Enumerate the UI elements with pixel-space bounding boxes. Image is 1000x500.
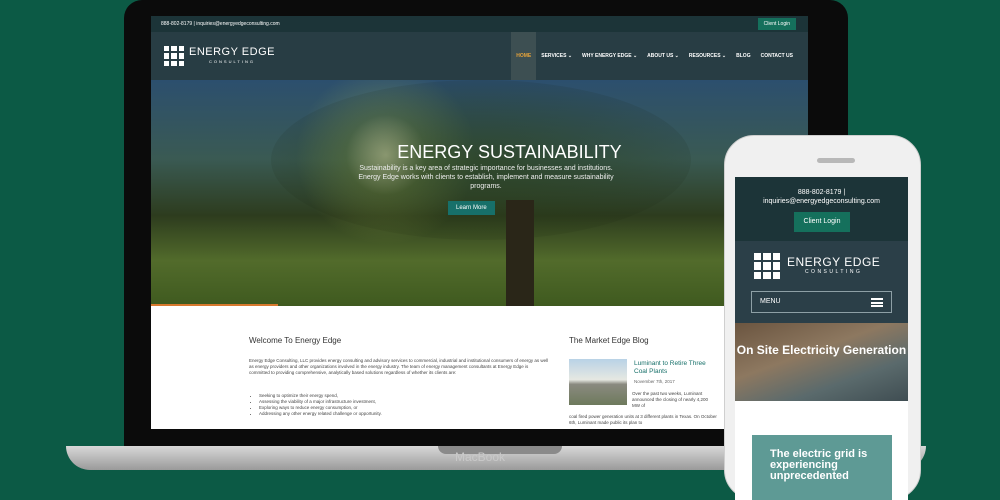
content-section: Welcome To Energy Edge Energy Edge Consu… bbox=[151, 306, 808, 429]
mobile-menu-label: MENU bbox=[760, 298, 781, 305]
mobile-logo-grid-icon[interactable] bbox=[754, 253, 780, 279]
logo-grid-icon[interactable] bbox=[164, 46, 184, 66]
mobile-hero-title: On Site Electricity Generation bbox=[736, 343, 907, 357]
hamburger-icon bbox=[871, 298, 883, 307]
list-item: Addressing any other energy related chal… bbox=[259, 411, 382, 417]
blog-excerpt: coal fired power generation units at 3 d… bbox=[569, 414, 717, 425]
laptop-brand-label: MacBook bbox=[454, 450, 506, 464]
laptop-screen: 888-802-8179 | inquiries@energyedgeconsu… bbox=[151, 16, 808, 429]
mobile-header: ENERGY EDGE CONSULTING MENU bbox=[735, 241, 908, 323]
hero-banner: ENERGY SUSTAINABILITY Sustainability is … bbox=[151, 80, 808, 306]
mobile-topbar: 888-802-8179 | inquiries@energyedgeconsu… bbox=[735, 177, 908, 241]
menu-item-about-us[interactable]: ABOUT US ⌄ bbox=[642, 32, 684, 80]
mobile-hero: On Site Electricity Generation bbox=[735, 323, 908, 401]
blog-title: The Market Edge Blog bbox=[569, 336, 649, 345]
mobile-card-title: The electric grid is experiencing unprec… bbox=[770, 448, 868, 482]
mobile-logo-line-2: CONSULTING bbox=[804, 269, 863, 275]
welcome-bullets: Seeking to optimize their energy spend, … bbox=[259, 393, 382, 417]
welcome-title: Welcome To Energy Edge bbox=[249, 336, 342, 345]
phone-screen: 888-802-8179 | inquiries@energyedgeconsu… bbox=[735, 177, 908, 500]
welcome-body: Energy Edge Consulting, LLC provides ene… bbox=[249, 358, 549, 375]
menu-item-services[interactable]: SERVICES ⌄ bbox=[536, 32, 577, 80]
menu-item-contact-us[interactable]: CONTACT US bbox=[756, 32, 798, 80]
mobile-email: inquiries@energyedgeconsulting.com bbox=[763, 198, 880, 205]
blog-excerpt-side: Over the past two weeks, Luminant announ… bbox=[632, 391, 709, 408]
menu-item-why-energy-edge[interactable]: WHY ENERGY EDGE ⌄ bbox=[577, 32, 642, 80]
hero-title: ENERGY SUSTAINABILITY bbox=[397, 142, 622, 162]
mobile-content-card: The electric grid is experiencing unprec… bbox=[752, 435, 892, 500]
mobile-logo[interactable]: ENERGY EDGE CONSULTING bbox=[787, 255, 880, 275]
phone-speaker bbox=[817, 158, 855, 163]
tree-trunk-image bbox=[506, 200, 534, 306]
mobile-logo-line-1: ENERGY EDGE bbox=[787, 255, 881, 269]
mobile-contact: 888-802-8179 | inquiries@energyedgeconsu… bbox=[735, 188, 908, 206]
menu-item-resources[interactable]: RESOURCES ⌄ bbox=[684, 32, 731, 80]
blog-post-thumbnail[interactable] bbox=[569, 359, 627, 405]
menu-item-home[interactable]: HOME bbox=[511, 32, 537, 80]
main-menu: HOME SERVICES ⌄ WHY ENERGY EDGE ⌄ ABOUT … bbox=[511, 32, 798, 80]
mobile-menu-button[interactable]: MENU bbox=[751, 291, 892, 313]
site-topbar: 888-802-8179 | inquiries@energyedgeconsu… bbox=[151, 16, 808, 32]
menu-item-blog[interactable]: BLOG bbox=[731, 32, 755, 80]
learn-more-button[interactable]: Learn More bbox=[448, 201, 495, 215]
site-logo[interactable]: ENERGY EDGE CONSULTING bbox=[189, 46, 275, 64]
topbar-contact: 888-802-8179 | inquiries@energyedgeconsu… bbox=[161, 21, 280, 27]
blog-post-date: November 7th, 2017 bbox=[634, 379, 675, 384]
mobile-phone: 888-802-8179 | bbox=[797, 189, 846, 196]
mobile-client-login-button[interactable]: Client Login bbox=[794, 212, 850, 232]
logo-line-1: ENERGY EDGE bbox=[189, 46, 275, 58]
site-nav: ENERGY EDGE CONSULTING HOME SERVICES ⌄ W… bbox=[151, 32, 808, 80]
client-login-button[interactable]: Client Login bbox=[757, 18, 796, 30]
logo-line-2: CONSULTING bbox=[209, 59, 255, 64]
blog-post-link[interactable]: Luminant to Retire Three Coal Plants bbox=[634, 360, 714, 376]
hero-text: Sustainability is a key area of strategi… bbox=[358, 165, 614, 190]
